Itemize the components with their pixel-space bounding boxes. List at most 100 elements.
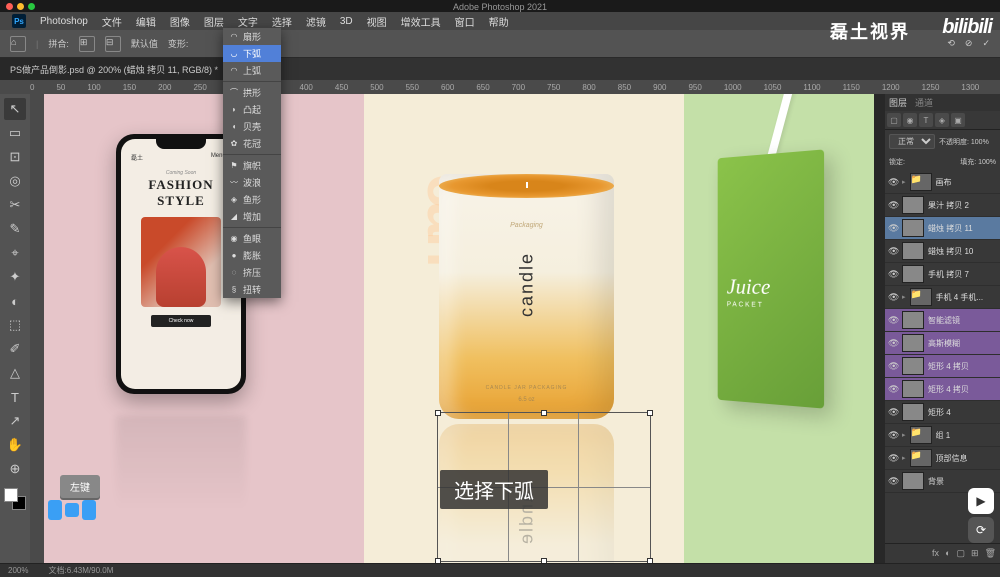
menu-help[interactable]: 帮助 (489, 14, 509, 29)
menu-layer[interactable]: 图层 (204, 14, 224, 29)
tab-layers[interactable]: 图层 (889, 96, 907, 109)
visibility-icon[interactable]: 👁 (888, 476, 898, 487)
warp-option[interactable]: ◠上弧 (223, 62, 281, 79)
warp-option[interactable]: ●膨胀 (223, 247, 281, 264)
menu-window[interactable]: 窗口 (455, 14, 475, 29)
warp-option[interactable]: ◗凸起 (223, 101, 281, 118)
tool-5[interactable]: ✎ (4, 218, 26, 240)
fill-label[interactable]: 填充: 100% (960, 157, 996, 167)
tool-10[interactable]: ✐ (4, 338, 26, 360)
visibility-icon[interactable]: 👁 (888, 246, 898, 257)
menu-edit[interactable]: 编辑 (136, 14, 156, 29)
grid2-icon[interactable]: ⊟ (105, 36, 121, 52)
filter-icon[interactable]: ◈ (935, 113, 949, 127)
layer-row[interactable]: 👁智能滤镜 (885, 309, 1000, 332)
transform-handle[interactable] (541, 558, 547, 563)
menu-filter[interactable]: 滤镜 (306, 14, 326, 29)
expand-icon[interactable]: ▸ (902, 431, 906, 439)
layer-row[interactable]: 👁果汁 拷贝 2 (885, 194, 1000, 217)
menu-type[interactable]: 文字 (238, 14, 258, 29)
min-dot[interactable] (17, 3, 24, 10)
layer-row[interactable]: 👁▸📁顶部信息 (885, 447, 1000, 470)
tool-15[interactable]: ⊕ (4, 458, 26, 480)
fg-bg-swatches[interactable] (4, 488, 26, 510)
warp-option[interactable]: ◢增加 (223, 208, 281, 225)
visibility-icon[interactable]: 👁 (888, 384, 898, 395)
filter-icon[interactable]: ◉ (903, 113, 917, 127)
tool-14[interactable]: ✋ (4, 434, 26, 456)
warp-option[interactable]: §扭转 (223, 281, 281, 298)
max-dot[interactable] (28, 3, 35, 10)
layer-row[interactable]: 👁蜡烛 拷贝 11 (885, 217, 1000, 240)
tool-0[interactable]: ↖ (4, 98, 26, 120)
layer-row[interactable]: 👁矩形 4 (885, 401, 1000, 424)
tool-3[interactable]: ◎ (4, 170, 26, 192)
opacity-label[interactable]: 不透明度: 100% (939, 137, 989, 147)
fx-icon[interactable]: fx (932, 548, 939, 559)
visibility-icon[interactable]: 👁 (888, 177, 898, 188)
layer-row[interactable]: 👁手机 拷贝 7 (885, 263, 1000, 286)
commit-icon[interactable]: ✓ (982, 38, 990, 49)
visibility-icon[interactable]: 👁 (888, 223, 898, 234)
expand-icon[interactable]: ▸ (902, 454, 906, 462)
menu-photoshop[interactable]: Photoshop (40, 16, 88, 27)
tab-channels[interactable]: 通道 (915, 96, 933, 109)
tool-12[interactable]: T (4, 386, 26, 408)
menu-image[interactable]: 图像 (170, 14, 190, 29)
filter-icon[interactable]: ▢ (887, 113, 901, 127)
tool-11[interactable]: △ (4, 362, 26, 384)
layer-row[interactable]: 👁▸📁组 1 (885, 424, 1000, 447)
transform-handle[interactable] (435, 410, 441, 416)
new-layer-icon[interactable]: ⊞ (971, 548, 979, 559)
warp-option[interactable]: ◌挤压 (223, 264, 281, 281)
play-icon[interactable]: ▶ (968, 488, 994, 514)
menu-select[interactable]: 选择 (272, 14, 292, 29)
warp-option[interactable]: ◈鱼形 (223, 191, 281, 208)
transform-handle[interactable] (647, 558, 653, 563)
tool-7[interactable]: ✦ (4, 266, 26, 288)
transform-handle[interactable] (541, 410, 547, 416)
layer-row[interactable]: 👁高斯模糊 (885, 332, 1000, 355)
visibility-icon[interactable]: 👁 (888, 453, 898, 464)
warp-option[interactable]: ◖贝壳 (223, 118, 281, 135)
tool-8[interactable]: ◐ (4, 290, 26, 312)
visibility-icon[interactable]: 👁 (888, 361, 898, 372)
visibility-icon[interactable]: 👁 (888, 407, 898, 418)
tool-1[interactable]: ▭ (4, 122, 26, 144)
layer-row[interactable]: 👁▸📁画布 (885, 171, 1000, 194)
menu-plugins[interactable]: 增效工具 (401, 14, 441, 29)
visibility-icon[interactable]: 👁 (888, 430, 898, 441)
visibility-icon[interactable]: 👁 (888, 338, 898, 349)
filter-icon[interactable]: T (919, 113, 933, 127)
transform-handle[interactable] (435, 558, 441, 563)
expand-icon[interactable]: ▸ (902, 178, 906, 186)
grid-icon[interactable]: ⊞ (79, 36, 95, 52)
home-icon[interactable]: ⌂ (10, 36, 26, 52)
tool-6[interactable]: ⌖ (4, 242, 26, 264)
blend-mode-select[interactable]: 正常 (889, 134, 935, 149)
zoom-level[interactable]: 200% (8, 566, 28, 575)
warp-option[interactable]: ◉鱼眼 (223, 230, 281, 247)
tool-4[interactable]: ✂ (4, 194, 26, 216)
document-tab[interactable]: PS做产品倒影.psd @ 200% (蜡烛 拷贝 11, RGB/8) * (0, 58, 228, 80)
expand-icon[interactable]: ▸ (902, 293, 906, 301)
menu-3d[interactable]: 3D (340, 16, 353, 27)
cancel-icon[interactable]: ⊘ (965, 38, 973, 49)
reset-icon[interactable]: ⟲ (947, 38, 955, 49)
tool-2[interactable]: ⊡ (4, 146, 26, 168)
layer-row[interactable]: 👁矩形 4 拷贝 (885, 378, 1000, 401)
warp-option[interactable]: ⚑旗帜 (223, 157, 281, 174)
tool-13[interactable]: ↗ (4, 410, 26, 432)
warp-option[interactable]: ✿花冠 (223, 135, 281, 152)
visibility-icon[interactable]: 👁 (888, 200, 898, 211)
visibility-icon[interactable]: 👁 (888, 269, 898, 280)
tool-9[interactable]: ⬚ (4, 314, 26, 336)
layer-row[interactable]: 👁矩形 4 拷贝 (885, 355, 1000, 378)
folder-icon[interactable]: ▢ (957, 548, 966, 559)
layer-row[interactable]: 👁▸📁手机 4 手机... (885, 286, 1000, 309)
visibility-icon[interactable]: 👁 (888, 292, 898, 303)
mask-icon[interactable]: ◐ (945, 548, 950, 559)
opt-grid-label[interactable]: 默认值 (131, 37, 158, 50)
menu-view[interactable]: 视图 (367, 14, 387, 29)
transform-handle[interactable] (647, 410, 653, 416)
